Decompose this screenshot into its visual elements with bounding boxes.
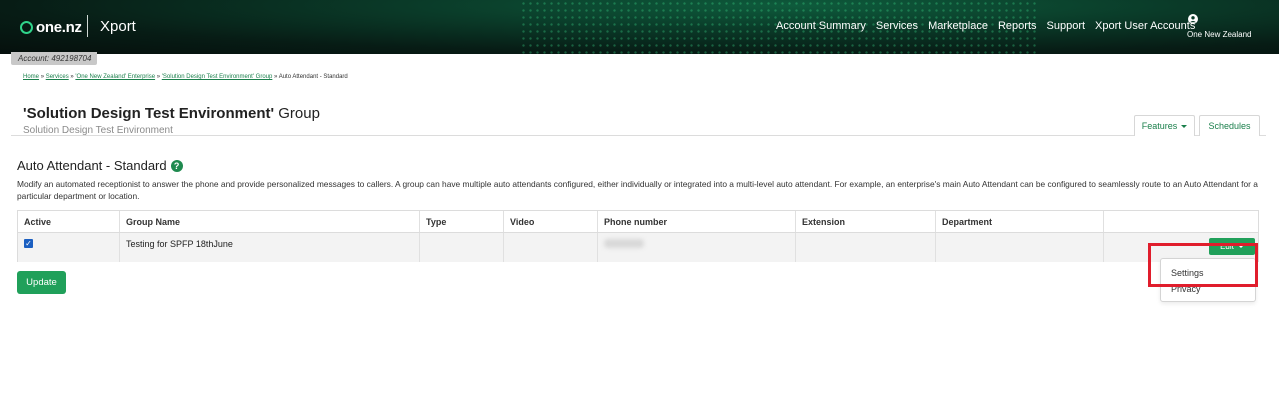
breadcrumb: Home » Services » 'One New Zealand' Ente…	[23, 74, 348, 80]
app-name: Xport	[100, 18, 136, 35]
row-phone-number	[598, 233, 796, 262]
main-nav: Account Summary Services Marketplace Rep…	[776, 20, 1205, 32]
header-divider	[11, 135, 1266, 136]
update-button[interactable]: Update	[17, 271, 66, 294]
page-title: 'Solution Design Test Environment' Group	[23, 105, 320, 122]
row-group-name: Testing for SPFP 18thJune	[120, 233, 420, 262]
header-video[interactable]: Video	[504, 211, 598, 232]
nav-reports[interactable]: Reports	[998, 20, 1037, 32]
user-menu[interactable]: One New Zealand	[1187, 14, 1257, 39]
nav-account-summary[interactable]: Account Summary	[776, 20, 866, 32]
active-checkbox[interactable]: ✓	[24, 239, 33, 248]
header-active[interactable]: Active	[18, 211, 120, 232]
brand-logo[interactable]: one.nz	[20, 17, 82, 37]
logo-divider	[87, 15, 88, 37]
nav-xport-user-accounts[interactable]: Xport User Accounts	[1095, 20, 1195, 32]
section-title-text: Auto Attendant - Standard	[17, 158, 167, 173]
breadcrumb-separator: »	[274, 74, 278, 80]
header-department[interactable]: Department	[936, 211, 1104, 232]
section-title: Auto Attendant - Standard ?	[17, 158, 183, 173]
header-extension[interactable]: Extension	[796, 211, 936, 232]
header-actions	[1104, 211, 1260, 232]
user-label: One New Zealand	[1187, 30, 1252, 39]
chevron-down-icon	[1181, 124, 1188, 128]
breadcrumb-services[interactable]: Services	[46, 74, 69, 80]
header-type[interactable]: Type	[420, 211, 504, 232]
auto-attendant-table: Active Group Name Type Video Phone numbe…	[17, 210, 1259, 262]
redacted-phone-number	[604, 239, 644, 248]
breadcrumb-group[interactable]: 'Solution Design Test Environment' Group	[162, 74, 273, 80]
nav-services[interactable]: Services	[876, 20, 918, 32]
header-group-name[interactable]: Group Name	[120, 211, 420, 232]
top-navigation-bar: one.nz Xport Account Summary Services Ma…	[0, 0, 1279, 54]
user-icon	[1188, 14, 1198, 24]
logo-text: one.nz	[36, 18, 82, 36]
breadcrumb-separator: »	[70, 74, 74, 80]
nav-support[interactable]: Support	[1047, 20, 1086, 32]
breadcrumb-home[interactable]: Home	[23, 74, 39, 80]
tab-features-label: Features	[1141, 121, 1178, 131]
account-number-tab: Account: 492198704	[11, 52, 97, 65]
logo-ring-icon	[20, 20, 33, 34]
highlight-annotation-box	[1148, 243, 1258, 287]
header-phone-number[interactable]: Phone number	[598, 211, 796, 232]
tab-schedules-label: Schedules	[1208, 121, 1251, 131]
row-department	[936, 233, 1104, 262]
page-title-group-name: 'Solution Design Test Environment'	[23, 105, 275, 122]
help-icon[interactable]: ?	[170, 159, 183, 172]
breadcrumb-enterprise[interactable]: 'One New Zealand' Enterprise	[75, 74, 155, 80]
row-video	[504, 233, 598, 262]
nav-marketplace[interactable]: Marketplace	[928, 20, 988, 32]
breadcrumb-separator: »	[40, 74, 45, 80]
row-type	[420, 233, 504, 262]
section-description: Modify an automated receptionist to answ…	[17, 179, 1258, 201]
breadcrumb-current: Auto Attendant - Standard	[278, 74, 348, 80]
tab-schedules[interactable]: Schedules	[1199, 115, 1260, 136]
row-extension	[796, 233, 936, 262]
table-row: ✓ Testing for SPFP 18thJune	[18, 233, 1258, 262]
table-header: Active Group Name Type Video Phone numbe…	[18, 211, 1258, 233]
breadcrumb-separator: »	[156, 74, 161, 80]
tab-features[interactable]: Features	[1134, 115, 1195, 136]
row-active-cell: ✓	[18, 233, 120, 262]
page-title-suffix: Group	[278, 105, 320, 122]
